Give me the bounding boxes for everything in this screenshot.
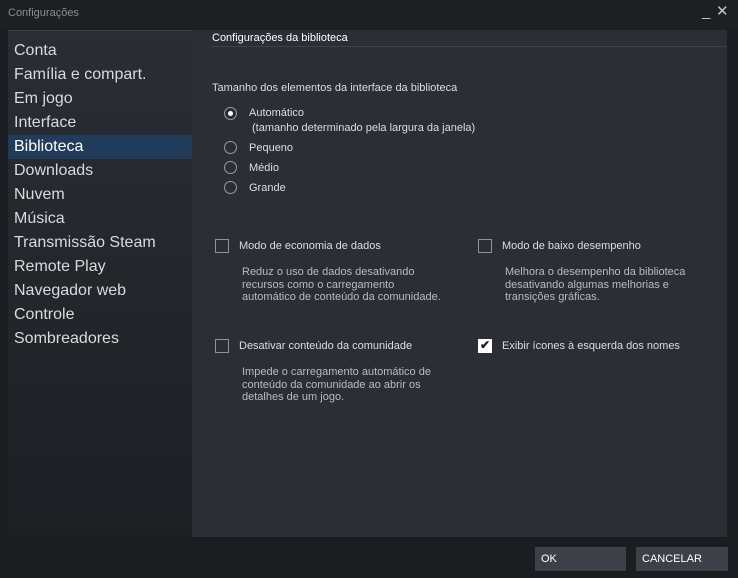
sidebar-item-controle[interactable]: Controle (8, 303, 192, 327)
desc-line: conteúdo da comunidade ao abrir os (242, 378, 421, 391)
desc-line: detalhes de um jogo. (242, 391, 345, 403)
sidebar-item-conta[interactable]: Conta (8, 39, 192, 63)
checkbox-icones-esquerda[interactable]: ✔ (478, 338, 492, 353)
settings-window: Configurações _ ✕ Conta Família e compar… (0, 0, 738, 578)
checkmark-icon: ✔ (480, 338, 491, 352)
sidebar-item-remote-play[interactable]: Remote Play (8, 255, 192, 279)
sidebar-item-sombreadores[interactable]: Sombreadores (8, 327, 192, 351)
desc-line: recursos como o carregamento (242, 278, 395, 291)
size-group-label: Tamanho dos elementos da interface da bi… (212, 82, 458, 94)
ok-button[interactable]: OK (535, 547, 626, 571)
checkbox-label-desativar-comunidade[interactable]: Desativar conteúdo da comunidade (239, 340, 412, 352)
desc-line: Reduz o uso de dados desativando (242, 266, 415, 278)
checkbox-economia-dados[interactable] (215, 239, 229, 253)
radio-pequeno[interactable] (224, 141, 237, 154)
section-title: Configurações da biblioteca (212, 32, 348, 44)
checkbox-desc-baixo-desempenho: Melhora o desempenho da biblioteca desat… (505, 266, 710, 304)
radio-label-grande[interactable]: Grande (249, 182, 286, 194)
checkbox-baixo-desempenho[interactable] (478, 239, 492, 253)
library-settings-panel: Configurações da biblioteca Tamanho dos … (192, 30, 727, 537)
radio-label-automatico[interactable]: Automático (249, 107, 304, 119)
radio-label-pequeno[interactable]: Pequeno (249, 142, 293, 154)
checkbox-desc-desativar-comunidade: Impede o carregamento automático de cont… (242, 366, 447, 404)
sidebar-item-downloads[interactable]: Downloads (8, 159, 192, 183)
settings-sidebar: Conta Família e compart. Em jogo Interfa… (8, 30, 192, 538)
desc-line: transições gráficas. (505, 291, 600, 303)
radio-medio[interactable] (224, 161, 237, 174)
sidebar-item-musica[interactable]: Música (8, 207, 192, 231)
sidebar-item-nuvem[interactable]: Nuvem (8, 183, 192, 207)
desc-line: Impede o carregamento automático de (242, 366, 431, 378)
sidebar-item-familia[interactable]: Família e compart. (8, 63, 192, 87)
title-bar[interactable]: Configurações _ ✕ (0, 0, 738, 28)
section-divider (212, 46, 727, 47)
desc-line: automático de conteúdo da comunidade. (242, 291, 441, 303)
desc-line: Melhora o desempenho da biblioteca (505, 266, 686, 278)
checkbox-label-baixo-desempenho[interactable]: Modo de baixo desempenho (502, 240, 641, 252)
sidebar-item-interface[interactable]: Interface (8, 111, 192, 135)
checkbox-desc-economia-dados: Reduz o uso de dados desativando recurso… (242, 266, 447, 304)
minimize-icon[interactable]: _ (702, 4, 710, 20)
window-title: Configurações (8, 7, 79, 19)
radio-label-medio[interactable]: Médio (249, 162, 279, 174)
sidebar-item-biblioteca[interactable]: Biblioteca (8, 135, 192, 159)
cancel-button[interactable]: CANCELAR (636, 547, 728, 571)
sidebar-item-em-jogo[interactable]: Em jogo (8, 87, 192, 111)
sidebar-item-navegador-web[interactable]: Navegador web (8, 279, 192, 303)
radio-selected-dot (228, 111, 233, 116)
desc-line: desativando algumas melhorias e (505, 278, 669, 291)
radio-automatico[interactable] (224, 107, 237, 120)
radio-grande[interactable] (224, 181, 237, 194)
sidebar-item-transmissao-steam[interactable]: Transmissão Steam (8, 231, 192, 255)
radio-sub-automatico: (tamanho determinado pela largura da jan… (252, 122, 476, 134)
checkbox-desativar-comunidade[interactable] (215, 339, 229, 353)
checkbox-label-economia-dados[interactable]: Modo de economia de dados (239, 240, 381, 252)
close-icon[interactable]: ✕ (716, 4, 729, 20)
checkbox-label-icones-esquerda[interactable]: Exibir ícones à esquerda dos nomes (502, 340, 680, 352)
